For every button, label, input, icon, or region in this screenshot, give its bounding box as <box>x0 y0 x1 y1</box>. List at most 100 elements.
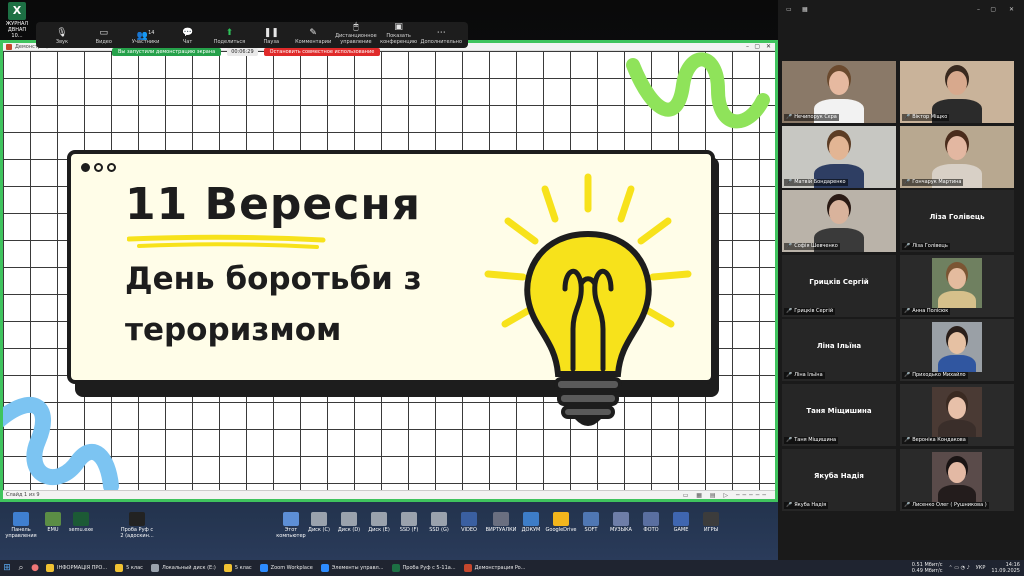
face <box>948 332 966 354</box>
video-camera-button[interactable]: ▭ Видео <box>84 27 124 45</box>
participant-name-label: 🎤 Лисенко Олег ( Рушникова ) <box>902 501 989 509</box>
participant-name: Грицків Сергій <box>794 307 834 314</box>
desktop-shortcut[interactable]: Диск (E) <box>362 512 396 533</box>
show-meeting-button[interactable]: ▣ Показать конференцию <box>379 21 419 45</box>
participant-name: Софія Шевченко <box>794 243 838 250</box>
desktop-shortcut[interactable]: SSD (G) <box>422 512 456 533</box>
clock[interactable]: 14:16 11.09.2025 <box>991 562 1020 574</box>
taskbar-item-label: Элементы управл... <box>331 565 384 571</box>
desktop-shortcut-label: Диск (E) <box>368 527 390 533</box>
desktop-shortcut[interactable]: ИГРЫ <box>694 512 728 533</box>
desktop-shortcut[interactable]: МУЗЫКА <box>604 512 638 533</box>
system-tray: 0.51 Мбит/с 0.49 Мбит/с ⌃ ▭ ◔ ♪ УКР 14:1… <box>912 560 1020 576</box>
close-icon[interactable]: ✕ <box>766 43 771 51</box>
folder-photo-icon <box>643 512 659 526</box>
taskbar-item[interactable]: Zoom Workplace <box>256 561 317 575</box>
taskbar-item[interactable]: 5 клас <box>111 561 147 575</box>
participant-display-name: Ліза Голівець <box>929 213 985 222</box>
participant-tile[interactable]: 🎤 Гончарук Мартина <box>900 125 1014 188</box>
pause-button[interactable]: ❚❚ Пауза <box>251 27 291 45</box>
share-timer: 00:06:29 <box>227 48 258 56</box>
participant-tile[interactable]: 🎤 Софія Шевченко <box>782 190 896 253</box>
gallery-view-icon[interactable]: ▦ <box>802 6 808 13</box>
taskbar-item[interactable]: Демонстрация Po... <box>460 561 530 575</box>
desktop-shortcut[interactable]: Панель управления <box>4 512 38 539</box>
participants-button[interactable]: 👥14 Участники <box>126 27 166 45</box>
participant-gallery: ▭ ▦ – ▢ ✕ 🎤 Нечипорук Сєра 🎤 Віктор Міщко 🎤 М… <box>778 0 1024 560</box>
face <box>948 397 966 419</box>
desktop-shortcut-label: SSD (G) <box>429 527 449 533</box>
folder-icon <box>115 564 124 572</box>
chat-button[interactable]: 💬 Чат <box>168 27 208 45</box>
desktop-shortcut[interactable]: VIDEO <box>452 512 486 533</box>
participant-tile[interactable]: 🎤 Віктор Міщко <box>900 61 1014 123</box>
participant-tile[interactable]: 🎤 Лисенко Олег ( Рушникова ) <box>900 448 1014 511</box>
participant-name: Ліза Голівець <box>912 243 948 250</box>
desktop-shortcut[interactable]: ВИРТУАЛКИ <box>484 512 518 533</box>
stop-share-button[interactable]: Остановить совместное использование <box>263 48 381 56</box>
share-button[interactable]: ⬆ Поделиться <box>210 27 250 45</box>
view-buttons[interactable]: ▭ ▦ ▤ ▷ ───── <box>683 491 769 500</box>
desktop-shortcut-label: Панель управления <box>5 527 37 539</box>
desktop-shortcut-label: Проба Руф с 2 (адоскин... <box>120 527 154 539</box>
participant-tile[interactable]: Якуба Надія 🎤 Якуба Надія <box>782 448 896 511</box>
maximize-icon[interactable]: ▢ <box>754 43 760 51</box>
participant-tile[interactable]: 🎤 Матвій Бондаренко <box>782 125 896 188</box>
browser-icon[interactable]: ● <box>28 560 42 576</box>
muted-microphone-icon: 🎤 <box>904 437 911 443</box>
desktop-shortcut-label: ВИРТУАЛКИ <box>485 527 517 533</box>
excel-shortcut[interactable]: X ЖУРНАЛ ДВНАП 10... <box>2 2 32 39</box>
participant-name-label: 🎤 Приходько Михайло <box>902 372 968 380</box>
desktop-shortcut[interactable]: Диск (C) <box>302 512 336 533</box>
desktop-shortcut[interactable]: ФОТО <box>634 512 668 533</box>
desktop-shortcut[interactable]: ДОКУМ <box>514 512 548 533</box>
disk-icon <box>150 564 159 572</box>
participant-tile[interactable]: Таня Міщишина 🎤 Таня Міщишина <box>782 384 896 446</box>
participant-tile[interactable]: 🎤 Приходько Михайло <box>900 319 1014 382</box>
desktop-shortcut[interactable]: Диск (D) <box>332 512 366 533</box>
participant-tile[interactable]: 🎤 Нечипорук Сєра <box>782 61 896 123</box>
participant-tile[interactable]: 🎤 Анна Полісюк <box>900 254 1014 317</box>
remote-control-button[interactable]: 🖱 Дистанционное управление <box>335 21 377 45</box>
microphone-button[interactable]: 🎙 Звук <box>42 27 82 45</box>
desktop-shortcut[interactable]: semu.exe <box>64 512 98 533</box>
desktop-shortcut[interactable]: SSD (F) <box>392 512 426 533</box>
participant-tile[interactable]: Ліза Голівець 🎤 Ліза Голівець <box>900 190 1014 253</box>
window-restore-icon[interactable]: ▢ <box>990 6 996 13</box>
search-icon[interactable]: ⌕ <box>14 560 28 576</box>
zoom-icon <box>259 564 268 572</box>
slide-counter: Слайд 1 из 9 <box>6 492 40 498</box>
minimize-icon[interactable]: – <box>746 43 749 51</box>
muted-microphone-icon: 🎤 <box>904 178 911 185</box>
taskbar-item[interactable]: ІНФОРМАЦІЯ ПРО... <box>42 561 111 575</box>
participant-name: Вероніка Кондакова <box>912 437 966 443</box>
window-minimize-icon[interactable]: – <box>977 6 980 13</box>
muted-microphone-icon: 🎤 <box>904 501 911 508</box>
toolbar-button-label: Чат <box>182 39 193 45</box>
taskbar-item[interactable]: 5 клас <box>220 561 256 575</box>
tray-icons[interactable]: ⌃ ▭ ◔ ♪ <box>948 565 969 571</box>
dot <box>81 163 90 172</box>
desktop-shortcut[interactable]: GAME <box>664 512 698 533</box>
toolbar-button-label: Дистанционное управление <box>335 33 377 45</box>
participant-tile[interactable]: Ліна Ільїна 🎤 Ліна Ільїна <box>782 319 896 382</box>
participant-tile[interactable]: 🎤 Вероніка Кондакова <box>900 384 1014 446</box>
more-button[interactable]: ⋯ Дополнительно <box>421 27 462 45</box>
taskbar-item[interactable]: Элементы управл... <box>317 561 388 575</box>
muted-microphone-icon: 🎤 <box>786 307 793 314</box>
desktop-shortcut[interactable]: Проба Руф с 2 (адоскин... <box>120 512 154 539</box>
muted-microphone-icon: 🎤 <box>786 372 793 379</box>
participant-tile[interactable]: Грицків Сергій 🎤 Грицків Сергій <box>782 254 896 317</box>
desktop-shortcut[interactable]: SOFT <box>574 512 608 533</box>
taskbar-item[interactable]: Локальный диск (E:) <box>147 561 220 575</box>
video-feed <box>932 451 982 502</box>
start-icon[interactable]: ⊞ <box>0 560 14 576</box>
gallery-prev-icon[interactable]: ▭ <box>786 6 792 13</box>
window-close-icon[interactable]: ✕ <box>1009 6 1014 13</box>
taskbar-item[interactable]: Проба Руф с 5-11а... <box>388 561 460 575</box>
taskbar-item-label: 5 клас <box>234 565 252 571</box>
desktop-shortcut[interactable]: GoogleDrive <box>544 512 578 533</box>
annotate-button[interactable]: ✎ Комментарии <box>293 27 333 45</box>
language-indicator[interactable]: УКР <box>976 565 986 571</box>
google-drive-icon <box>553 512 569 526</box>
